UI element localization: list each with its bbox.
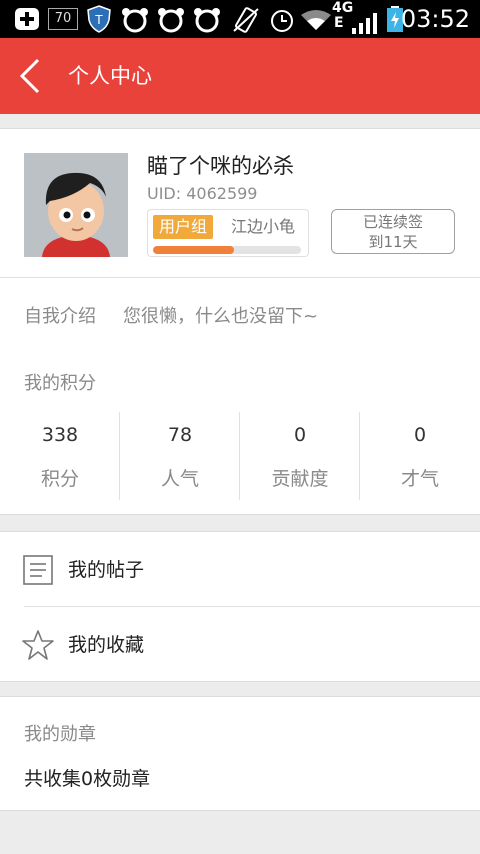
page-title: 个人中心	[68, 64, 152, 88]
app-bar: 个人中心	[0, 38, 480, 114]
profile-card: 瞄了个咪的必杀 UID: 4062599 用户组 江边小龟 已连续签 到11天 …	[0, 128, 480, 354]
stat-label: 贡献度	[271, 468, 329, 490]
user-group-tag: 用户组	[153, 215, 214, 239]
intro-label: 自我介绍	[24, 306, 96, 327]
add-icon	[15, 8, 39, 30]
menu-item-my-favorites[interactable]: 我的收藏	[0, 607, 480, 681]
stat-value: 0	[413, 424, 427, 446]
checkin-line2: 到11天	[368, 233, 418, 251]
bear-icon	[122, 8, 148, 33]
bear-icon	[158, 8, 184, 33]
checkin-button[interactable]: 已连续签 到11天	[331, 209, 455, 254]
checkin-line1: 已连续签	[362, 213, 423, 231]
stat-popularity[interactable]: 78 人气	[120, 412, 240, 500]
badges-summary: 共收集0枚勋章	[24, 768, 151, 790]
document-icon	[23, 555, 53, 585]
badges-card: 我的勋章 共收集0枚勋章	[0, 696, 480, 811]
stat-talent[interactable]: 0 才气	[360, 412, 480, 500]
menu-item-my-posts[interactable]: 我的帖子	[0, 532, 480, 606]
experience-progress-fill	[153, 246, 235, 254]
wifi-icon	[301, 10, 331, 30]
shield-icon: T	[87, 5, 111, 33]
status-time: 03:52	[400, 5, 470, 33]
user-group-name: 江边小龟	[231, 217, 296, 236]
nickname: 瞄了个咪的必杀	[147, 154, 294, 178]
bear-icon	[194, 8, 220, 33]
menu-item-label: 我的收藏	[68, 634, 145, 656]
stat-value: 338	[41, 424, 79, 446]
points-title: 我的积分	[24, 373, 96, 394]
intro-text: 您很懒，什么也没留下~	[123, 306, 319, 327]
svg-text:T: T	[95, 12, 103, 27]
menu-item-label: 我的帖子	[68, 559, 145, 581]
stat-contribution[interactable]: 0 贡献度	[240, 412, 360, 500]
notification-70-icon: 70	[48, 8, 78, 30]
avatar[interactable]	[24, 153, 128, 257]
stat-value: 78	[167, 424, 193, 446]
notification-count: 70	[54, 11, 72, 26]
user-id: UID: 4062599	[147, 184, 258, 203]
alarm-icon	[271, 10, 293, 32]
divider	[0, 277, 480, 278]
stat-label: 积分	[40, 468, 79, 490]
signal-icon	[352, 13, 377, 34]
badges-title: 我的勋章	[24, 724, 96, 745]
avatar-cartoon-image	[24, 153, 128, 257]
user-group-box: 用户组 江边小龟	[147, 209, 309, 257]
status-bar: 70 T 4G E 03:52	[0, 0, 480, 38]
stat-points[interactable]: 338 积分	[0, 412, 120, 500]
menu-card: 我的帖子 我的收藏	[0, 531, 480, 682]
stat-label: 才气	[400, 468, 439, 490]
back-arrow-icon[interactable]	[16, 58, 44, 94]
vibrate-icon	[233, 7, 259, 33]
stat-label: 人气	[160, 468, 199, 490]
experience-progress-bar	[153, 246, 301, 254]
star-icon	[22, 630, 54, 660]
stat-value: 0	[293, 424, 307, 446]
